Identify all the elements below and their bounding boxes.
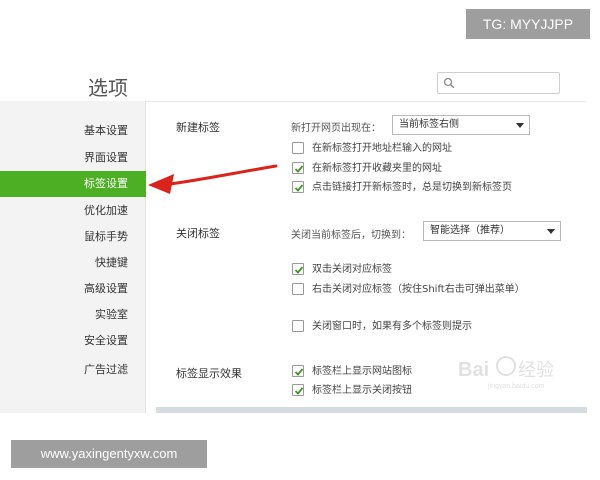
check-icon bbox=[294, 266, 304, 274]
sidebar-item-label: 快捷键 bbox=[95, 256, 128, 269]
checkbox[interactable] bbox=[292, 142, 304, 154]
check-icon bbox=[294, 184, 304, 192]
sidebar-item-label: 优化加速 bbox=[84, 204, 128, 217]
svg-text:经验: 经验 bbox=[518, 360, 554, 381]
search-icon bbox=[443, 77, 455, 89]
sidebar-item-label: 鼠标手势 bbox=[84, 230, 128, 243]
sidebar-item-tabs[interactable]: 标签设置 bbox=[0, 171, 146, 197]
option-label: 在新标签打开收藏夹里的网址 bbox=[312, 163, 442, 174]
svg-text:jingyan.baidu.com: jingyan.baidu.com bbox=[487, 383, 545, 390]
checkbox[interactable] bbox=[292, 283, 304, 295]
check-icon bbox=[294, 165, 304, 173]
site-url-overlay-badge: www.yaxingentyxw.com bbox=[11, 440, 207, 468]
chevron-down-icon bbox=[547, 229, 555, 234]
checkbox[interactable] bbox=[292, 320, 304, 332]
search-input[interactable] bbox=[458, 74, 556, 92]
svg-text:Bai: Bai bbox=[458, 359, 489, 381]
option-label: 标签栏上显示关闭按钮 bbox=[312, 385, 412, 396]
red-arrow-annotation-icon bbox=[148, 164, 278, 194]
sidebar-item-ad-filter[interactable]: 广告过滤 bbox=[0, 357, 146, 383]
sidebar-item-shortcuts[interactable]: 快捷键 bbox=[0, 250, 146, 276]
sidebar-item-mouse-gestures[interactable]: 鼠标手势 bbox=[0, 224, 146, 250]
sidebar-item-basic[interactable]: 基本设置 bbox=[0, 118, 146, 144]
sidebar-item-security[interactable]: 安全设置 bbox=[0, 328, 146, 354]
horizontal-scrollbar[interactable] bbox=[156, 407, 587, 413]
open-position-select[interactable]: 当前标签右侧 bbox=[392, 115, 530, 135]
open-position-value: 当前标签右侧 bbox=[399, 119, 459, 130]
option-label: 关闭窗口时，如果有多个标签则提示 bbox=[312, 321, 472, 332]
sidebar-item-optimize[interactable]: 优化加速 bbox=[0, 198, 146, 224]
option-label: 点击链接打开新标签时，总是切换到新标签页 bbox=[312, 182, 512, 193]
checkbox[interactable] bbox=[292, 181, 304, 193]
baidu-watermark-logo: Bai 经验 jingyan.baidu.com bbox=[458, 356, 554, 390]
sidebar-item-label: 高级设置 bbox=[84, 282, 128, 295]
section-title-new-tab: 新建标签 bbox=[176, 121, 220, 134]
content-divider bbox=[146, 101, 586, 102]
check-icon bbox=[294, 368, 304, 376]
sidebar-item-label: 标签设置 bbox=[84, 177, 128, 190]
chevron-down-icon bbox=[516, 123, 524, 128]
section-title-tab-display: 标签显示效果 bbox=[176, 367, 242, 380]
section-title-close-tab: 关闭标签 bbox=[176, 227, 220, 240]
option-label: 双击关闭对应标签 bbox=[312, 264, 392, 275]
page-title: 选项 bbox=[88, 76, 128, 100]
option-label: 标签栏上显示网站图标 bbox=[312, 366, 412, 377]
checkbox[interactable] bbox=[292, 365, 304, 377]
sidebar-item-advanced[interactable]: 高级设置 bbox=[0, 276, 146, 302]
checkbox[interactable] bbox=[292, 263, 304, 275]
check-icon bbox=[294, 387, 304, 395]
sidebar-item-label: 广告过滤 bbox=[84, 363, 128, 376]
sidebar: 基本设置 界面设置 标签设置 优化加速 鼠标手势 快捷键 高级设置 实验室 安全… bbox=[0, 101, 146, 413]
search-box[interactable] bbox=[437, 72, 560, 94]
sidebar-item-label: 安全设置 bbox=[84, 334, 128, 347]
switch-after-close-value: 智能选择（推荐） bbox=[430, 225, 510, 236]
sidebar-item-label: 基本设置 bbox=[84, 124, 128, 137]
switch-after-close-select[interactable]: 智能选择（推荐） bbox=[423, 221, 561, 241]
sidebar-item-lab[interactable]: 实验室 bbox=[0, 302, 146, 328]
option-label: 在新标签打开地址栏输入的网址 bbox=[312, 143, 452, 154]
checkbox[interactable] bbox=[292, 384, 304, 396]
open-position-label: 新打开网页出现在： bbox=[291, 123, 381, 134]
checkbox[interactable] bbox=[292, 162, 304, 174]
switch-after-close-label: 关闭当前标签后，切换到： bbox=[291, 230, 411, 241]
tg-overlay-badge: TG: MYYJJPP bbox=[466, 9, 590, 39]
sidebar-item-label: 实验室 bbox=[95, 308, 128, 321]
option-label: 右击关闭对应标签（按住Shift右击可弹出菜单） bbox=[312, 284, 525, 295]
sidebar-item-interface[interactable]: 界面设置 bbox=[0, 145, 146, 171]
sidebar-item-label: 界面设置 bbox=[84, 151, 128, 164]
